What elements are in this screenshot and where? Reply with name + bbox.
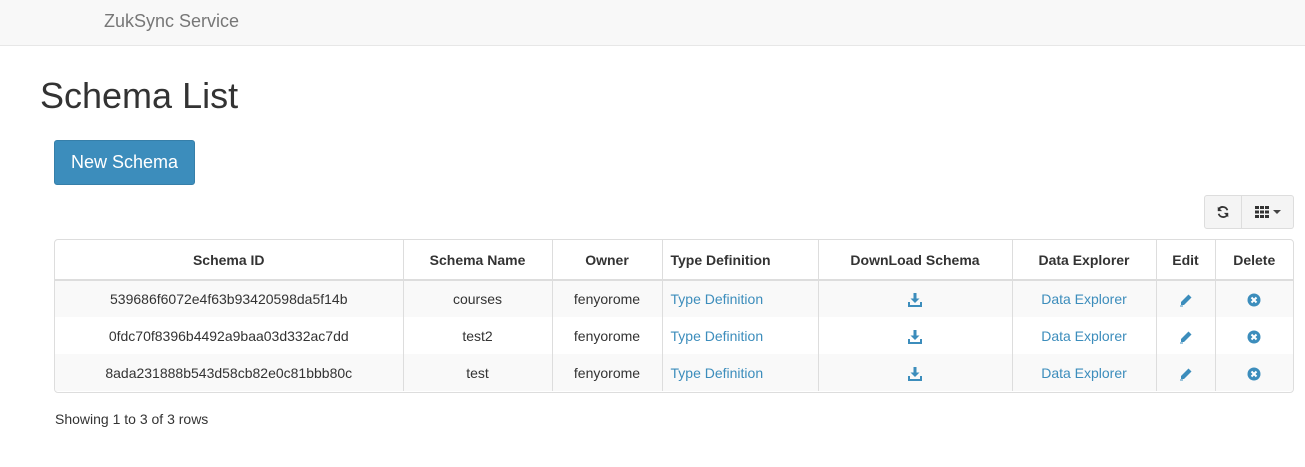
table-row: 8ada231888b543d58cb82e0c81bbb80c test feny… — [55, 354, 1293, 391]
header-data-explorer[interactable]: Data Explorer — [1011, 240, 1156, 281]
header-download-schema[interactable]: DownLoad Schema — [817, 240, 1012, 281]
cell-delete — [1214, 354, 1293, 391]
header-delete[interactable]: Delete — [1214, 240, 1293, 281]
download-icon[interactable] — [908, 293, 922, 308]
pencil-icon[interactable] — [1179, 330, 1193, 344]
type-definition-link[interactable]: Type Definition — [671, 365, 764, 381]
header-schema-id[interactable]: Schema ID — [55, 240, 403, 281]
cell-download — [817, 317, 1012, 354]
refresh-button[interactable] — [1204, 195, 1242, 229]
header-type-definition[interactable]: Type Definition — [661, 240, 818, 281]
cell-data-explorer: Data Explorer — [1011, 317, 1156, 354]
table-body: 539686f6072e4f63b93420598da5f14b courses f… — [55, 280, 1293, 391]
pagination-summary: Showing 1 to 3 of 3 rows — [55, 411, 209, 427]
caret-down-icon — [1272, 210, 1281, 214]
table-toolbar — [1204, 195, 1294, 229]
schema-table: Schema ID Schema Name Owner Type Definit… — [55, 240, 1293, 391]
cell-delete — [1214, 317, 1293, 354]
cell-owner: fenyorome — [551, 280, 662, 317]
pencil-icon[interactable] — [1179, 293, 1193, 307]
cell-type-definition: Type Definition — [661, 317, 818, 354]
cell-schema-name: courses — [402, 280, 552, 317]
data-explorer-link[interactable]: Data Explorer — [1041, 365, 1127, 381]
type-definition-link[interactable]: Type Definition — [671, 328, 764, 344]
remove-circle-icon[interactable] — [1247, 330, 1261, 344]
data-explorer-link[interactable]: Data Explorer — [1041, 291, 1127, 307]
schema-table-container: Schema ID Schema Name Owner Type Definit… — [54, 239, 1294, 393]
cell-edit — [1155, 317, 1215, 354]
cell-download — [817, 354, 1012, 391]
cell-schema-name: test2 — [402, 317, 552, 354]
header-edit[interactable]: Edit — [1155, 240, 1215, 281]
table-row: 539686f6072e4f63b93420598da5f14b courses f… — [55, 280, 1293, 317]
remove-circle-icon[interactable] — [1247, 293, 1261, 307]
cell-schema-id: 539686f6072e4f63b93420598da5f14b — [55, 280, 403, 317]
cell-schema-name: test — [402, 354, 552, 391]
header-owner[interactable]: Owner — [551, 240, 662, 281]
navbar-brand[interactable]: ZukSync Service — [104, 11, 239, 32]
page-title: Schema List — [40, 75, 239, 116]
grid-icon — [1254, 206, 1269, 218]
cell-delete — [1214, 280, 1293, 317]
download-icon[interactable] — [908, 366, 922, 381]
columns-toggle-button[interactable] — [1242, 195, 1294, 229]
cell-owner: fenyorome — [551, 317, 662, 354]
cell-data-explorer: Data Explorer — [1011, 354, 1156, 391]
type-definition-link[interactable]: Type Definition — [671, 291, 764, 307]
cell-download — [817, 280, 1012, 317]
data-explorer-link[interactable]: Data Explorer — [1041, 328, 1127, 344]
refresh-icon — [1216, 205, 1230, 219]
pencil-icon[interactable] — [1179, 367, 1193, 381]
table-header-row: Schema ID Schema Name Owner Type Definit… — [55, 240, 1293, 281]
remove-circle-icon[interactable] — [1247, 367, 1261, 381]
new-schema-button[interactable]: New Schema — [54, 140, 195, 185]
cell-owner: fenyorome — [551, 354, 662, 391]
header-schema-name[interactable]: Schema Name — [402, 240, 552, 281]
cell-schema-id: 0fdc70f8396b4492a9baa03d332ac7dd — [108, 327, 349, 344]
cell-type-definition: Type Definition — [661, 280, 818, 317]
cell-edit — [1155, 354, 1215, 391]
cell-schema-id: 8ada231888b543d58cb82e0c81bbb80c — [55, 354, 403, 391]
download-icon[interactable] — [908, 329, 922, 344]
cell-type-definition: Type Definition — [661, 354, 818, 391]
table-row: 0fdc70f8396b4492a9baa03d332ac7dd test2 fen… — [55, 317, 1293, 354]
navbar: ZukSync Service — [0, 0, 1305, 46]
cell-edit — [1155, 280, 1215, 317]
cell-data-explorer: Data Explorer — [1011, 280, 1156, 317]
